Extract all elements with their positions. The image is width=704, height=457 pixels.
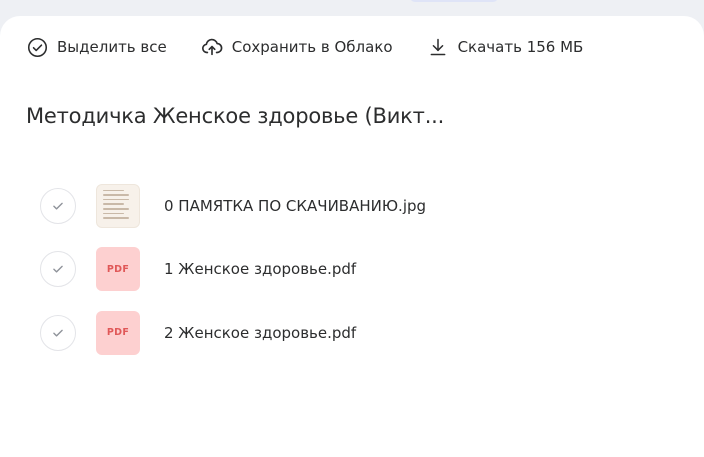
check-circle-icon [26, 36, 48, 58]
download-icon [427, 36, 449, 58]
pdf-badge-text: PDF [106, 263, 130, 275]
cloud-upload-icon [201, 36, 223, 58]
pdf-badge-text: PDF [106, 327, 130, 339]
select-checkbox[interactable] [40, 314, 76, 351]
checkmark-icon [53, 265, 63, 273]
file-list: 0 ПАМЯТКА ПО СКАЧИВАНИЮ.jpg PDF 1 Женско… [40, 174, 640, 365]
file-row[interactable]: PDF 2 Женское здоровье.pdf [40, 301, 640, 365]
image-thumbnail [96, 183, 140, 228]
file-name: 1 Женское здоровье.pdf [164, 260, 357, 279]
file-name: 0 ПАМЯТКА ПО СКАЧИВАНИЮ.jpg [164, 196, 427, 215]
download-label: Скачать 156 МБ [457, 38, 584, 56]
toolbar: Выделить все Сохранить в Облако Скачать … [26, 34, 617, 60]
file-row[interactable]: PDF 1 Женское здоровье.pdf [40, 238, 640, 302]
checkmark-icon [53, 329, 63, 337]
download-button[interactable]: Скачать 156 МБ [427, 34, 584, 60]
select-all-button[interactable]: Выделить все [26, 34, 167, 60]
select-all-label: Выделить все [57, 38, 167, 56]
save-to-cloud-label: Сохранить в Облако [231, 38, 393, 56]
checkmark-icon [53, 202, 63, 210]
top-tab-indicator [410, 0, 498, 2]
folder-title: Методичка Женское здоровье (Викт... [26, 104, 445, 128]
save-to-cloud-button[interactable]: Сохранить в Облако [201, 34, 393, 60]
file-row[interactable]: 0 ПАМЯТКА ПО СКАЧИВАНИЮ.jpg [40, 174, 640, 238]
pdf-file-icon: PDF [96, 310, 140, 355]
file-name: 2 Женское здоровье.pdf [164, 323, 357, 342]
pdf-file-icon: PDF [96, 247, 140, 292]
select-checkbox[interactable] [40, 251, 76, 288]
select-checkbox[interactable] [40, 187, 76, 224]
file-panel: Выделить все Сохранить в Облако Скачать … [0, 16, 704, 457]
